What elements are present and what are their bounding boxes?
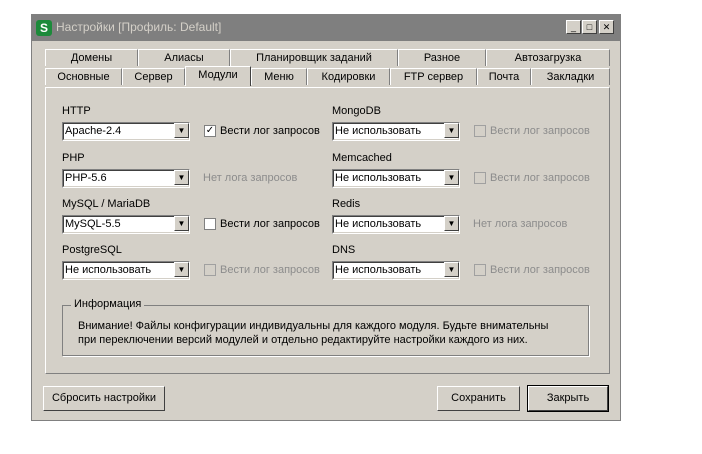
chevron-down-icon[interactable]: ▼ [174,123,189,138]
tab-scheduler[interactable]: Планировщик заданий [230,49,398,66]
title-bar[interactable]: S Настройки [Профиль: Default] _ □ ✕ [32,15,620,41]
memcached-label: Memcached [332,152,392,164]
chevron-down-icon[interactable]: ▼ [444,216,459,231]
http-select-value: Apache-2.4 [65,125,122,137]
http-select[interactable]: Apache-2.4 ▼ [62,122,190,141]
tab-server[interactable]: Сервер [122,68,185,85]
save-button[interactable]: Сохранить [437,386,520,411]
mongodb-label: MongoDB [332,105,381,117]
minimize-button[interactable]: _ [566,20,581,34]
tab-misc[interactable]: Разное [398,49,486,66]
mongodb-log-label: Вести лог запросов [490,125,590,137]
memcached-log-checkbox [474,172,486,184]
tab-domains[interactable]: Домены [45,49,138,66]
chevron-down-icon[interactable]: ▼ [174,262,189,277]
mysql-label: MySQL / MariaDB [62,198,151,210]
postgresql-log-label: Вести лог запросов [220,264,320,276]
chevron-down-icon[interactable]: ▼ [444,123,459,138]
mysql-select-value: MySQL-5.5 [65,218,121,230]
window-title: Настройки [Профиль: Default] [56,20,222,34]
close-button[interactable]: Закрыть [527,385,609,412]
dns-log-label: Вести лог запросов [490,264,590,276]
redis-label: Redis [332,198,361,210]
dns-label: DNS [332,244,356,256]
redis-select[interactable]: Не использовать ▼ [332,215,460,234]
tab-bookmarks[interactable]: Закладки [531,68,610,85]
chevron-down-icon[interactable]: ▼ [174,170,189,185]
php-no-log-text: Нет лога запросов [203,172,298,184]
tab-menu[interactable]: Меню [251,68,307,85]
http-log-checkbox[interactable]: ✓ [204,125,216,137]
tab-general[interactable]: Основные [45,68,122,85]
info-line-2: при переключении версий модулей и отдель… [78,334,528,346]
postgresql-label: PostgreSQL [62,244,122,256]
postgresql-select-value: Не использовать [65,264,152,276]
http-label: HTTP [62,105,91,117]
dns-select-value: Не использовать [335,264,422,276]
redis-no-log-text: Нет лога запросов [473,218,568,230]
mongodb-select-value: Не использовать [335,125,422,137]
maximize-button[interactable]: □ [582,20,597,34]
tab-encodings[interactable]: Кодировки [307,68,390,85]
http-log-label: Вести лог запросов [220,125,320,137]
app-icon: S [36,20,52,36]
settings-window: S Настройки [Профиль: Default] _ □ ✕ Дом… [31,14,621,421]
php-label: PHP [62,152,85,164]
postgresql-select[interactable]: Не использовать ▼ [62,261,190,280]
postgresql-log-checkbox [204,264,216,276]
dns-log-checkbox [474,264,486,276]
info-text: Внимание! Файлы конфигурации индивидуаль… [78,319,578,347]
info-groupbox: Информация Внимание! Файлы конфигурации … [62,298,589,356]
reset-settings-button[interactable]: Сбросить настройки [43,386,165,411]
chevron-down-icon[interactable]: ▼ [174,216,189,231]
php-select[interactable]: PHP-5.6 ▼ [62,169,190,188]
chevron-down-icon[interactable]: ▼ [444,262,459,277]
chevron-down-icon[interactable]: ▼ [444,170,459,185]
memcached-log-label: Вести лог запросов [490,172,590,184]
tab-mail[interactable]: Почта [477,68,531,85]
memcached-select[interactable]: Не использовать ▼ [332,169,460,188]
mongodb-log-checkbox [474,125,486,137]
close-window-button[interactable]: ✕ [599,20,614,34]
info-title: Информация [71,298,145,310]
redis-select-value: Не использовать [335,218,422,230]
mongodb-select[interactable]: Не использовать ▼ [332,122,460,141]
mysql-log-checkbox[interactable] [204,218,216,230]
info-line-1: Внимание! Файлы конфигурации индивидуаль… [78,320,549,332]
tab-aliases[interactable]: Алиасы [138,49,230,66]
memcached-select-value: Не использовать [335,172,422,184]
dns-select[interactable]: Не использовать ▼ [332,261,460,280]
mysql-log-label: Вести лог запросов [220,218,320,230]
php-select-value: PHP-5.6 [65,172,107,184]
tab-modules[interactable]: Модули [185,66,251,86]
mysql-select[interactable]: MySQL-5.5 ▼ [62,215,190,234]
tab-ftp-server[interactable]: FTP сервер [390,68,477,85]
tab-autostart[interactable]: Автозагрузка [486,49,610,66]
